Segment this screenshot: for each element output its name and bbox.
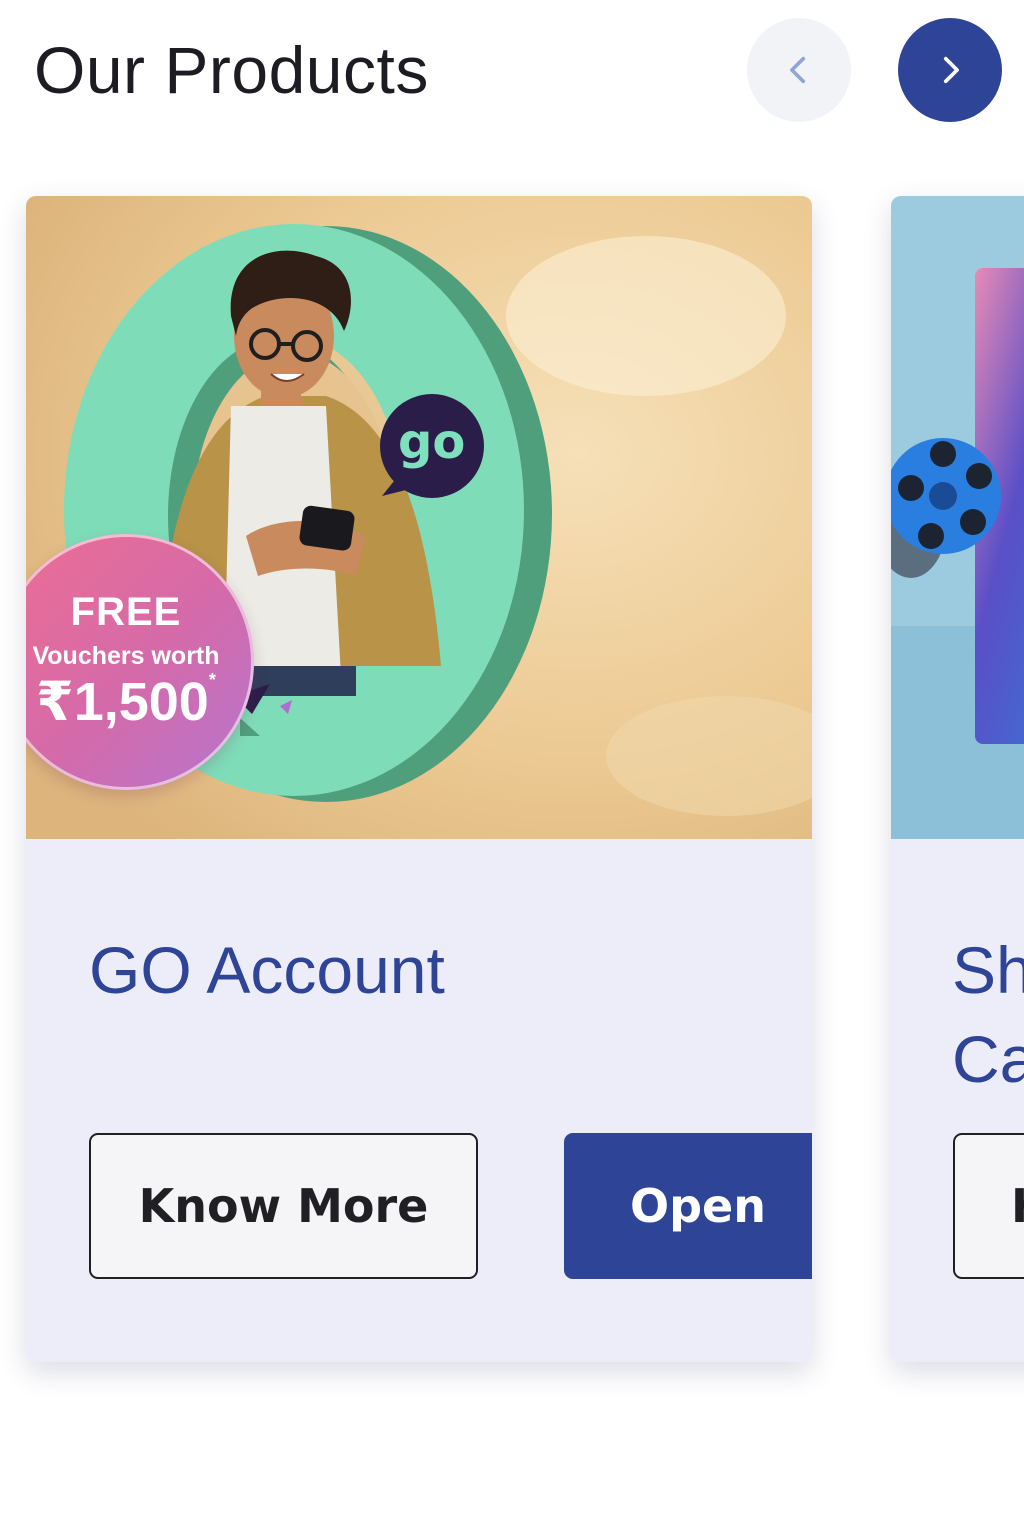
product-hero-image bbox=[891, 196, 1024, 839]
know-more-button[interactable]: Know More bbox=[89, 1133, 478, 1279]
open-button[interactable]: Open bbox=[564, 1133, 812, 1279]
page-title: Our Products bbox=[34, 33, 429, 107]
promo-amount: ₹1,500* bbox=[26, 670, 254, 733]
carousel-next-button[interactable] bbox=[898, 18, 1002, 122]
carousel-prev-button[interactable] bbox=[747, 18, 851, 122]
promo-vouchers-label: Vouchers worth bbox=[32, 642, 220, 670]
promo-asterisk: * bbox=[208, 670, 216, 690]
product-title: Sh Ca bbox=[952, 933, 1024, 1097]
product-card-go-account: go FREE Vouchers worth ₹1,500* GO Accoun… bbox=[26, 196, 812, 1362]
promo-free-label: FREE bbox=[70, 590, 182, 634]
product-card-next[interactable]: Sh Ca K bbox=[891, 196, 1024, 1362]
know-more-button[interactable]: K bbox=[953, 1133, 1024, 1279]
chevron-left-icon bbox=[790, 56, 806, 84]
hero-illustration bbox=[891, 196, 1024, 839]
go-logo-text: go bbox=[398, 414, 466, 470]
chevron-right-icon bbox=[943, 56, 959, 84]
products-page: Our Products go FREE Vouchers worth ₹1,5… bbox=[0, 0, 1024, 1536]
product-title: GO Account bbox=[89, 933, 445, 1007]
product-hero-image: go FREE Vouchers worth ₹1,500* bbox=[26, 196, 812, 839]
promo-amount-value: ₹1,500 bbox=[36, 672, 209, 732]
